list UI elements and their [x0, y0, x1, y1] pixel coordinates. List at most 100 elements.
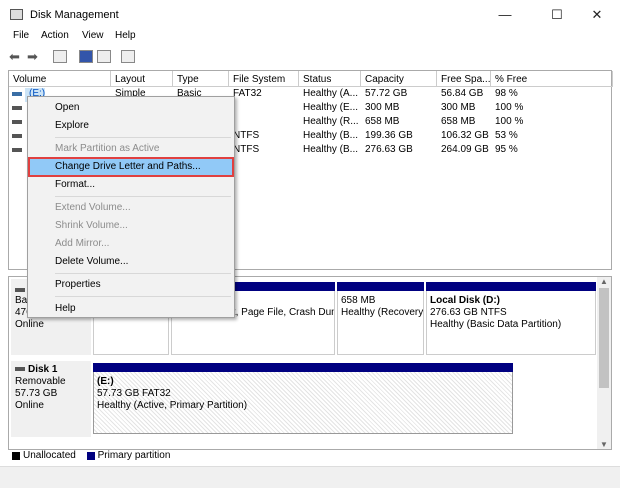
- table-cell: 56.84 GB: [441, 88, 484, 99]
- drive-icon: [12, 106, 22, 110]
- scroll-up-icon[interactable]: ▲: [597, 277, 611, 286]
- partition-name: Local Disk (D:): [430, 295, 501, 306]
- primary-partition-bar: [337, 282, 424, 291]
- disk-1-label[interactable]: Disk 1 Removable 57.73 GB Online: [11, 361, 91, 437]
- partition-status: Healthy (Active, Primary Partition): [97, 400, 248, 411]
- menu-action[interactable]: Action: [41, 30, 69, 41]
- disk-1-state: Online: [15, 400, 44, 411]
- console-tree-icon[interactable]: [53, 50, 67, 63]
- table-cell: [229, 116, 299, 130]
- table-cell: Healthy (A...: [303, 88, 359, 99]
- partition-size: 57.73 GB FAT32: [97, 388, 171, 399]
- menu-item-add-mirror[interactable]: Add Mirror...: [30, 236, 232, 252]
- properties-icon[interactable]: [121, 50, 135, 63]
- column-header[interactable]: Volume: [9, 71, 111, 87]
- action-pane-icon[interactable]: [97, 50, 111, 63]
- unallocated-swatch: [12, 452, 20, 460]
- primary-partition-bar: [93, 363, 513, 372]
- table-cell: 264.09 GB: [441, 144, 489, 155]
- menu-separator: [55, 196, 231, 197]
- back-icon[interactable]: ⬅: [9, 49, 20, 65]
- table-cell: 300 MB: [365, 102, 400, 113]
- table-cell: 98 %: [495, 88, 518, 99]
- menu-separator: [55, 137, 231, 138]
- table-cell: 658 MB: [441, 116, 476, 127]
- close-button[interactable]: ✕: [574, 0, 620, 30]
- legend: Unallocated Primary partition: [8, 450, 612, 464]
- partition[interactable]: 658 MB Healthy (Recovery: [337, 282, 424, 355]
- table-cell: Healthy (B...: [303, 130, 359, 141]
- drive-icon: [12, 134, 22, 138]
- menu-item-extend-volume[interactable]: Extend Volume...: [30, 200, 232, 216]
- drive-icon: [12, 92, 22, 96]
- disk-1-name: Disk 1: [15, 364, 87, 376]
- menu-view[interactable]: View: [82, 30, 104, 41]
- window-title: Disk Management: [30, 9, 119, 21]
- menu-item-format[interactable]: Format...: [30, 177, 232, 193]
- column-header[interactable]: File System: [229, 71, 299, 87]
- disk-icon: [15, 288, 25, 292]
- drive-icon: [12, 148, 22, 152]
- vertical-scrollbar[interactable]: ▲ ▼: [597, 277, 611, 449]
- scroll-thumb[interactable]: [599, 288, 609, 388]
- menu-item-shrink-volume[interactable]: Shrink Volume...: [30, 218, 232, 234]
- menu-item-delete-volume[interactable]: Delete Volume...: [30, 254, 232, 270]
- disk-1-name-text: Disk 1: [28, 364, 58, 375]
- partition[interactable]: Local Disk (D:) 276.63 GB NTFS Healthy (Ba…: [426, 282, 596, 355]
- menu-bar: File Action View Help: [0, 30, 620, 46]
- table-cell: 100 %: [495, 102, 524, 113]
- disk-0-state: Online: [15, 319, 44, 330]
- table-cell: 199.36 GB: [365, 130, 413, 141]
- menu-item-open[interactable]: Open: [30, 100, 232, 116]
- partition-status: Healthy (Basic Data Partition): [430, 319, 562, 330]
- disk-1-type: Removable: [15, 376, 66, 387]
- menu-item-change-drive-letter-and-paths[interactable]: Change Drive Letter and Paths...: [28, 157, 234, 177]
- table-cell: 57.72 GB: [365, 88, 408, 99]
- table-cell: Healthy (R...: [303, 116, 359, 127]
- column-header[interactable]: Free Spa...: [437, 71, 491, 87]
- partition-size: 276.63 GB NTFS: [430, 307, 507, 318]
- help-icon[interactable]: [79, 50, 93, 63]
- disk-1-size: 57.73 GB: [15, 388, 58, 399]
- table-cell: 106.32 GB: [441, 130, 489, 141]
- menu-item-explore[interactable]: Explore: [30, 118, 232, 134]
- partition-e[interactable]: (E:) 57.73 GB FAT32 Healthy (Active, Pri…: [93, 363, 513, 434]
- table-cell: 53 %: [495, 130, 518, 141]
- title-bar: Disk Management — ☐ ✕: [0, 0, 620, 30]
- table-cell: 100 %: [495, 116, 524, 127]
- column-header[interactable]: % Free: [491, 71, 613, 87]
- partition-status: Healthy (Recovery: [341, 307, 424, 318]
- menu-separator: [55, 273, 231, 274]
- table-cell: 658 MB: [365, 116, 400, 127]
- table-cell: Healthy (B...: [303, 144, 359, 155]
- primary-swatch: [86, 452, 95, 460]
- context-menu: Open Explore Mark Partition as Active Chang…: [27, 96, 235, 318]
- forward-icon[interactable]: ➡: [27, 49, 38, 65]
- column-header[interactable]: Status: [299, 71, 361, 87]
- partition-size: 658 MB: [341, 295, 376, 306]
- menu-item-mark-partition-as-active[interactable]: Mark Partition as Active: [30, 141, 232, 157]
- table-cell: NTFS: [233, 144, 260, 155]
- menu-separator: [55, 296, 231, 297]
- scroll-down-icon[interactable]: ▼: [597, 440, 611, 449]
- menu-item-properties[interactable]: Properties: [30, 277, 232, 293]
- primary-partition-bar: [426, 282, 596, 291]
- table-cell: FAT32: [233, 88, 262, 99]
- table-cell: 276.63 GB: [365, 144, 413, 155]
- menu-help[interactable]: Help: [115, 30, 136, 41]
- table-cell: 300 MB: [441, 102, 476, 113]
- menu-file[interactable]: File: [13, 30, 29, 41]
- menu-item-help[interactable]: Help: [30, 301, 232, 317]
- toolbar: ⬅ ➡: [0, 46, 620, 68]
- status-bar: [0, 466, 620, 488]
- column-header[interactable]: Layout: [111, 71, 173, 87]
- table-cell: 95 %: [495, 144, 518, 155]
- disk-icon: [15, 367, 25, 372]
- column-header[interactable]: Capacity: [361, 71, 437, 87]
- minimize-button[interactable]: —: [482, 0, 528, 30]
- partition-name: (E:): [97, 376, 114, 387]
- disk-management-icon: [10, 9, 23, 20]
- column-header[interactable]: Type: [173, 71, 229, 87]
- legend-unallocated: Unallocated: [23, 450, 76, 461]
- drive-icon: [12, 120, 22, 124]
